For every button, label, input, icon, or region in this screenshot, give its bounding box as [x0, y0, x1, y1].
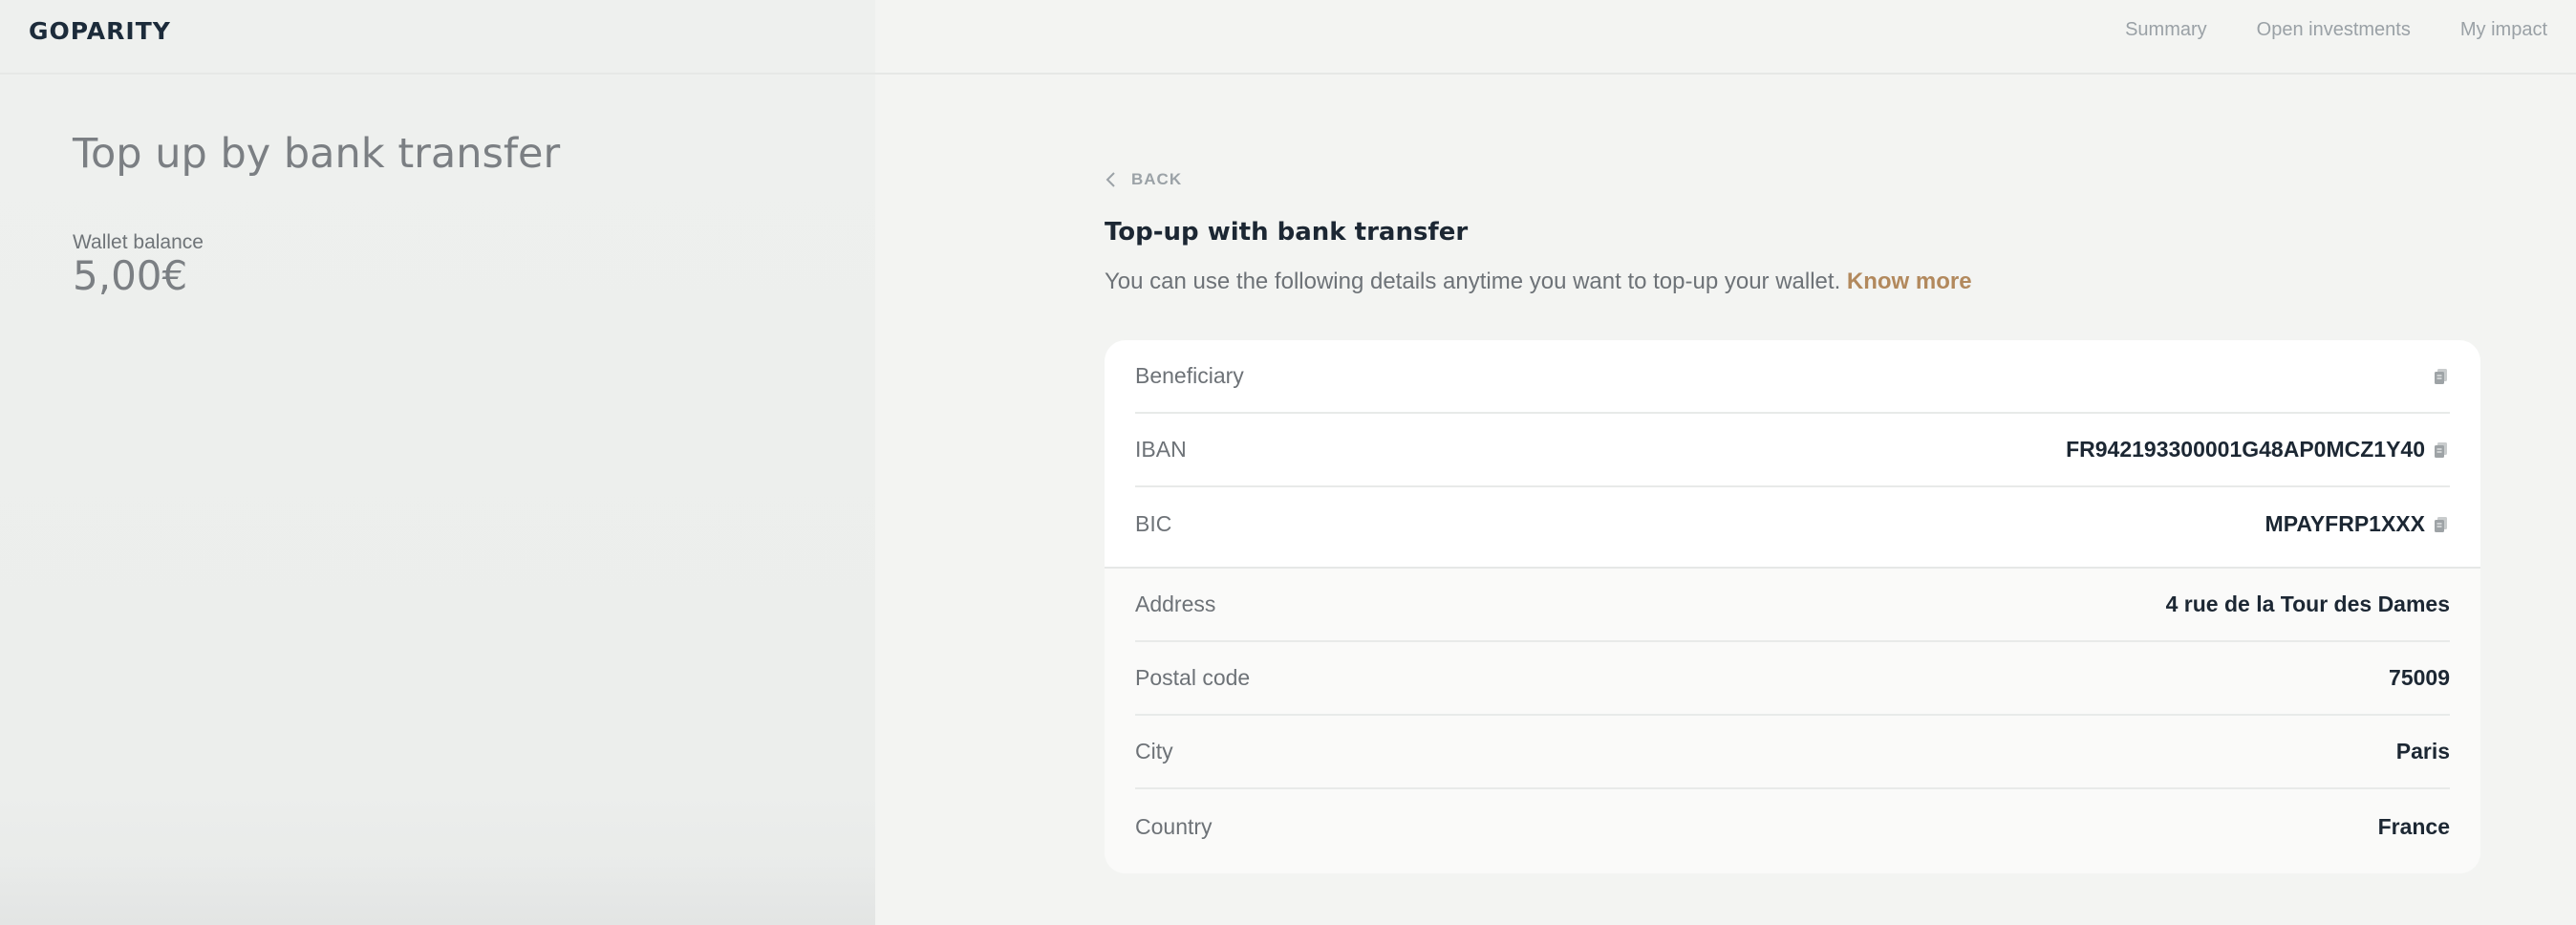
row-country: Country France	[1135, 790, 2450, 864]
back-label: BACK	[1131, 170, 1183, 188]
copy-icon[interactable]	[2433, 367, 2450, 386]
row-label: Country	[1135, 814, 1213, 839]
know-more-link[interactable]: Know more	[1847, 269, 1972, 294]
row-value: FR942193300001G48AP0MCZ1Y40	[2066, 437, 2425, 462]
goparity-logo[interactable]: GOPARITY	[29, 17, 171, 45]
chevron-left-icon	[1106, 172, 1115, 187]
copy-icon[interactable]	[2433, 441, 2450, 460]
row-city: City Paris	[1135, 716, 2450, 789]
row-iban: IBAN FR942193300001G48AP0MCZ1Y40	[1135, 414, 2450, 487]
row-address: Address 4 rue de la Tour des Dames	[1135, 569, 2450, 642]
left-panel-footer-shade	[0, 864, 875, 925]
nav-summary[interactable]: Summary	[2125, 19, 2207, 41]
wallet-balance-value: 5,00€	[73, 252, 188, 299]
row-label: BIC	[1135, 511, 1172, 536]
row-label: City	[1135, 739, 1173, 764]
row-beneficiary: Beneficiary	[1135, 340, 2450, 414]
wallet-balance-label: Wallet balance	[73, 231, 204, 253]
nav-open-investments[interactable]: Open investments	[2257, 19, 2411, 41]
nav-my-impact[interactable]: My impact	[2460, 19, 2547, 41]
row-value-group: MPAYFRP1XXX	[2265, 511, 2450, 537]
bank-details-card: Beneficiary IBAN FR942193300001G48AP0MCZ…	[1105, 340, 2480, 873]
row-bic: BIC MPAYFRP1XXX	[1135, 487, 2450, 561]
row-label: Beneficiary	[1135, 363, 1244, 388]
row-label: IBAN	[1135, 437, 1187, 462]
section-title: Top-up with bank transfer	[1105, 218, 1469, 247]
row-label: Address	[1135, 592, 1216, 616]
copy-icon[interactable]	[2433, 515, 2450, 534]
page-title: Top up by bank transfer	[73, 130, 561, 178]
description-text: You can use the following details anytim…	[1105, 269, 1847, 294]
row-value: Paris	[2395, 739, 2450, 764]
row-value: 4 rue de la Tour des Dames	[2165, 592, 2450, 616]
description: You can use the following details anytim…	[1105, 269, 1972, 295]
row-postal-code: Postal code 75009	[1135, 642, 2450, 716]
row-value: France	[2377, 814, 2450, 839]
top-navigation-bar: GOPARITY Summary Open investments My imp…	[0, 0, 2576, 75]
row-value: MPAYFRP1XXX	[2265, 511, 2425, 536]
row-value-group: FR942193300001G48AP0MCZ1Y40	[2066, 437, 2450, 462]
main-nav: Summary Open investments My impact	[2125, 19, 2547, 41]
back-button[interactable]: BACK	[1105, 170, 1182, 189]
row-label: Postal code	[1135, 665, 1251, 690]
row-value-group	[2425, 367, 2450, 386]
row-value: 75009	[2389, 665, 2450, 690]
